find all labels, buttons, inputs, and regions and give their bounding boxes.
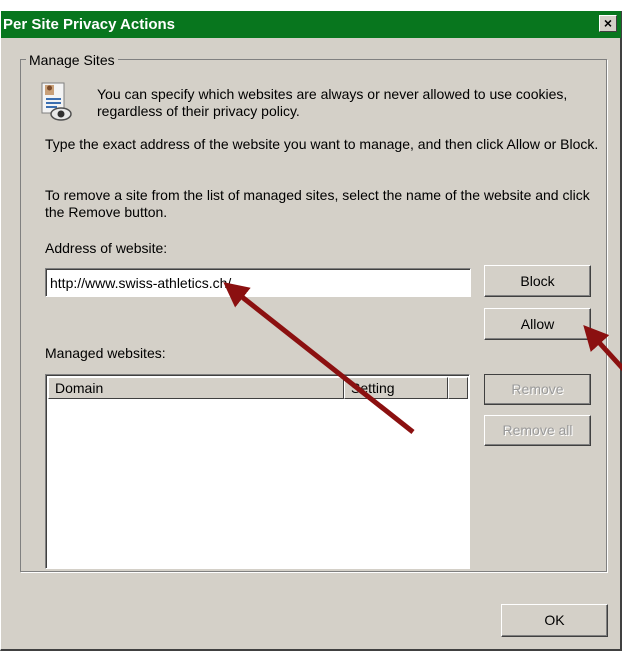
annotation-arrows — [223, 282, 622, 434]
annotation-arrow-allow — [583, 325, 622, 372]
annotation-arrow-address — [223, 282, 415, 434]
